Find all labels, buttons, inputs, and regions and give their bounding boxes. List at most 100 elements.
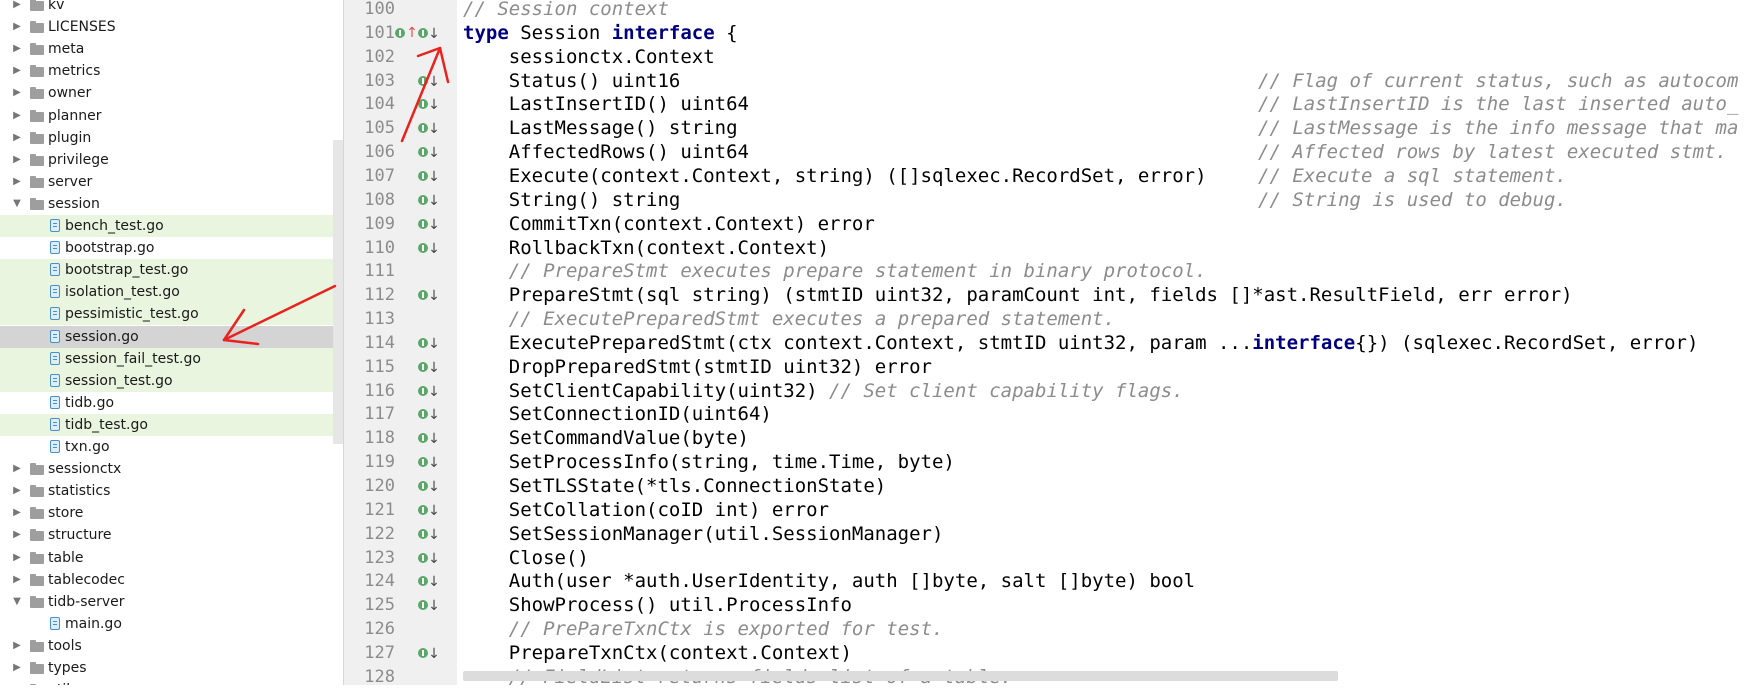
chevron-right-icon[interactable]: ▶ (12, 657, 22, 679)
code-line[interactable]: // ExecutePreparedStmt executes a prepar… (463, 307, 1115, 331)
arrow-down-icon[interactable]: ↓ (427, 526, 441, 544)
code-line[interactable]: Status() uint16 (463, 69, 681, 93)
code-line[interactable]: LastMessage() string (463, 116, 738, 140)
code-line[interactable]: SetSessionManager(util.SessionManager) (463, 522, 944, 546)
code-line[interactable]: SetClientCapability(uint32) // Set clien… (463, 379, 1184, 403)
code-line[interactable]: // PrepareStmt executes prepare statemen… (463, 259, 1207, 283)
chevron-right-icon[interactable]: ▶ (12, 569, 22, 591)
tree-folder-row[interactable]: ▶ planner (0, 105, 343, 127)
chevron-right-icon[interactable]: ▶ (12, 0, 22, 16)
chevron-right-icon[interactable]: ▶ (12, 105, 22, 127)
arrow-up-icon[interactable]: ↑ (405, 24, 419, 42)
editor-horizontal-scrollbar[interactable] (463, 671, 1338, 681)
tree-folder-row[interactable]: ▼ session (0, 193, 343, 215)
tree-folder-row[interactable]: ▶ structure (0, 524, 343, 546)
code-line[interactable]: LastInsertID() uint64 (463, 92, 749, 116)
project-tree-scrollbar[interactable] (333, 140, 343, 444)
chevron-right-icon[interactable]: ▶ (12, 547, 22, 569)
chevron-right-icon[interactable]: ▶ (12, 16, 22, 38)
arrow-down-icon[interactable]: ↓ (427, 168, 441, 186)
tree-folder-row[interactable]: ▼ tidb-server (0, 591, 343, 613)
chevron-right-icon[interactable]: ▶ (12, 38, 22, 60)
chevron-down-icon[interactable]: ▼ (12, 193, 22, 215)
code-line[interactable]: AffectedRows() uint64 (463, 140, 749, 164)
tree-folder-row[interactable]: ▶ tools (0, 635, 343, 657)
tree-folder-row[interactable]: ▶ LICENSES (0, 16, 343, 38)
chevron-right-icon[interactable]: ▶ (12, 60, 22, 82)
tree-file-row[interactable]: tidb.go (0, 392, 343, 414)
code-line[interactable]: type Session interface { (463, 21, 738, 45)
code-line[interactable]: CommitTxn(context.Context) error (463, 212, 875, 236)
code-line[interactable]: Execute(context.Context, string) ([]sqle… (463, 164, 1207, 188)
tree-folder-row[interactable]: ▶ meta (0, 38, 343, 60)
tree-folder-row[interactable]: ▶ privilege (0, 149, 343, 171)
code-line[interactable]: DropPreparedStmt(stmtID uint32) error (463, 355, 932, 379)
code-line[interactable]: sessionctx.Context (463, 45, 715, 69)
chevron-right-icon[interactable]: ▶ (12, 458, 22, 480)
arrow-down-icon[interactable]: ↓ (427, 144, 441, 162)
tree-folder-row[interactable]: ▶ metrics (0, 60, 343, 82)
code-line[interactable]: ExecutePreparedStmt(ctx context.Context,… (463, 331, 1699, 355)
chevron-right-icon[interactable]: ▶ (12, 171, 22, 193)
chevron-right-icon[interactable]: ▶ (12, 82, 22, 104)
code-line[interactable]: // PrePareTxnCtx is exported for test. (463, 617, 944, 641)
arrow-down-icon[interactable]: ↓ (427, 287, 441, 305)
code-line[interactable]: PrepareTxnCtx(context.Context) (463, 641, 852, 665)
code-line[interactable]: SetConnectionID(uint64) (463, 402, 772, 426)
arrow-down-icon[interactable]: ↓ (427, 430, 441, 448)
code-line[interactable]: SetCommandValue(byte) (463, 426, 749, 450)
chevron-right-icon[interactable]: ▶ (12, 149, 22, 171)
code-line[interactable]: SetTLSState(*tls.ConnectionState) (463, 474, 887, 498)
arrow-down-icon[interactable]: ↓ (427, 383, 441, 401)
arrow-down-icon[interactable]: ↓ (427, 478, 441, 496)
tree-file-row[interactable]: session.go (0, 325, 343, 348)
implemented-icon[interactable] (395, 27, 405, 38)
chevron-right-icon[interactable]: ▶ (12, 480, 22, 502)
tree-folder-row[interactable]: ▶ owner (0, 82, 343, 104)
arrow-down-icon[interactable]: ↓ (427, 550, 441, 568)
arrow-down-icon[interactable]: ↓ (427, 502, 441, 520)
code-line[interactable]: ShowProcess() util.ProcessInfo (463, 593, 852, 617)
tree-file-row[interactable]: bench_test.go (0, 215, 343, 237)
tree-file-row[interactable]: session_test.go (0, 369, 343, 392)
arrow-down-icon[interactable]: ↓ (427, 359, 441, 377)
code-line[interactable]: RollbackTxn(context.Context) (463, 236, 829, 260)
arrow-down-icon[interactable]: ↓ (427, 597, 441, 615)
arrow-down-icon[interactable]: ↓ (427, 192, 441, 210)
code-line[interactable]: PrepareStmt(sql string) (stmtID uint32, … (463, 283, 1573, 307)
tree-file-row[interactable]: bootstrap.go (0, 237, 343, 259)
tree-folder-row[interactable]: ▶ kv (0, 0, 343, 16)
tree-file-row[interactable]: txn.go (0, 436, 343, 458)
code-line[interactable]: SetCollation(coID int) error (463, 498, 829, 522)
tree-file-row[interactable]: main.go (0, 613, 343, 635)
chevron-right-icon[interactable]: ▶ (12, 679, 22, 685)
code-line[interactable]: Auth(user *auth.UserIdentity, auth []byt… (463, 569, 1195, 593)
code-line[interactable]: Close() (463, 546, 589, 570)
code-line[interactable]: // Session context (463, 0, 669, 21)
arrow-down-icon[interactable]: ↓ (427, 454, 441, 472)
tree-folder-row[interactable]: ▶ server (0, 171, 343, 193)
tree-folder-row[interactable]: ▶ sessionctx (0, 458, 343, 480)
arrow-down-icon[interactable]: ↓ (427, 120, 441, 138)
chevron-down-icon[interactable]: ▼ (12, 591, 22, 613)
chevron-right-icon[interactable]: ▶ (12, 502, 22, 524)
tree-folder-row[interactable]: ▶ statistics (0, 480, 343, 502)
tree-file-row[interactable]: pessimistic_test.go (0, 303, 343, 326)
code-line[interactable]: String() string (463, 188, 681, 212)
arrow-down-icon[interactable]: ↓ (427, 240, 441, 258)
tree-file-row[interactable]: tidb_test.go (0, 413, 343, 436)
arrow-down-icon[interactable]: ↓ (427, 96, 441, 114)
tree-file-row[interactable]: isolation_test.go (0, 281, 343, 304)
arrow-down-icon[interactable]: ↓ (427, 406, 441, 424)
chevron-right-icon[interactable]: ▶ (12, 127, 22, 149)
arrow-down-icon[interactable]: ↓ (427, 573, 441, 591)
tree-folder-row[interactable]: ▶ plugin (0, 127, 343, 149)
chevron-right-icon[interactable]: ▶ (12, 524, 22, 546)
arrow-down-icon[interactable]: ↓ (427, 335, 441, 353)
tree-folder-row[interactable]: ▶ types (0, 657, 343, 679)
arrow-down-icon[interactable]: ↓ (427, 216, 441, 234)
tree-folder-row[interactable]: ▶ util (0, 679, 343, 685)
chevron-right-icon[interactable]: ▶ (12, 635, 22, 657)
tree-folder-row[interactable]: ▶ store (0, 502, 343, 524)
arrow-down-icon[interactable]: ↓ (427, 645, 441, 663)
